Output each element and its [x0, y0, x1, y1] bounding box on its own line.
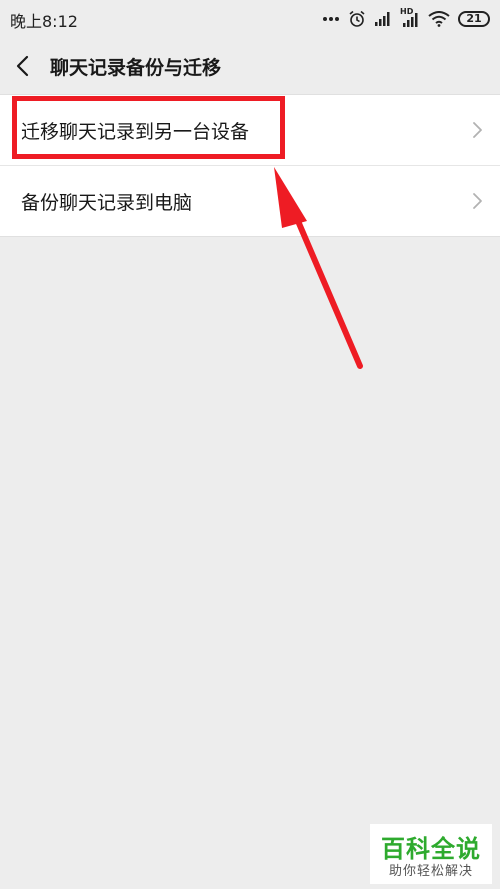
page-title: 聊天记录备份与迁移 — [50, 57, 222, 79]
watermark-subtitle: 助你轻松解决 — [388, 864, 473, 879]
menu-item-label: 备份聊天记录到电脑 — [21, 192, 193, 214]
menu-item-migrate-to-device[interactable]: 迁移聊天记录到另一台设备 — [0, 95, 500, 165]
wifi-icon — [428, 11, 450, 27]
watermark-title: 百科全说 — [381, 835, 481, 863]
signal-icon — [375, 12, 390, 26]
chevron-right-icon — [473, 193, 482, 209]
menu-item-backup-to-computer[interactable]: 备份聊天记录到电脑 — [0, 165, 500, 236]
battery-level: 21 — [466, 12, 482, 25]
more-dots-icon — [323, 17, 339, 21]
alarm-icon — [349, 10, 365, 27]
menu-list: 迁移聊天记录到另一台设备 备份聊天记录到电脑 — [0, 94, 500, 237]
chevron-right-icon — [473, 122, 482, 138]
status-bar: 晚上8:12 HD 21 — [0, 0, 500, 38]
hd-signal-icon: HD — [400, 7, 420, 28]
battery-icon: 21 — [458, 11, 490, 27]
menu-item-label: 迁移聊天记录到另一台设备 — [21, 121, 250, 143]
nav-bar: 聊天记录备份与迁移 — [0, 38, 500, 94]
status-time: 晚上8:12 — [10, 12, 78, 31]
chevron-left-icon[interactable] — [10, 52, 38, 80]
watermark-logo: 百科全说 助你轻松解决 — [370, 824, 492, 884]
status-icons: HD 21 — [322, 7, 490, 30]
